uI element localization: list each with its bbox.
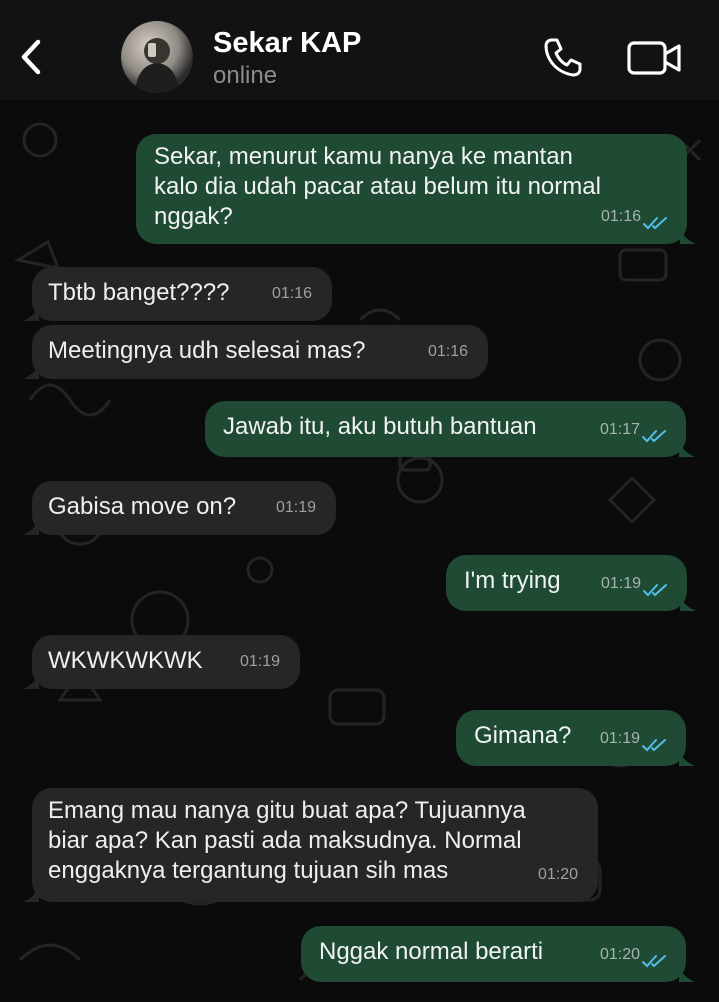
message-text: I'm trying bbox=[464, 567, 561, 594]
read-receipt-icon bbox=[642, 739, 666, 752]
bubble-tail bbox=[23, 365, 39, 379]
bubble-tail bbox=[23, 521, 39, 535]
read-receipt-icon bbox=[642, 955, 666, 968]
message-text: Jawab itu, aku butuh bantuan bbox=[223, 413, 537, 440]
incoming-message-bubble[interactable]: Gabisa move on? 01:19 bbox=[23, 481, 336, 535]
read-receipt-icon bbox=[642, 430, 666, 443]
message-text: Nggak normal berarti bbox=[319, 938, 544, 965]
bubble-tail bbox=[23, 888, 39, 902]
message-text: Tbtb banget???? bbox=[48, 279, 230, 306]
chevron-left-icon[interactable] bbox=[14, 34, 48, 80]
outgoing-message-bubble[interactable]: I'm trying 01:19 bbox=[446, 555, 696, 611]
incoming-message-bubble[interactable]: Emang mau nanya gitu buat apa? Tujuannya… bbox=[23, 788, 598, 902]
bubble-tail bbox=[680, 230, 696, 244]
outgoing-message-bubble[interactable]: Jawab itu, aku butuh bantuan 01:17 bbox=[205, 401, 695, 457]
message-timestamp: 01:19 bbox=[599, 730, 640, 747]
read-receipt-icon bbox=[643, 217, 667, 230]
contact-status: online bbox=[213, 62, 278, 89]
message-timestamp: 01:16 bbox=[600, 208, 641, 225]
message-timestamp: 01:16 bbox=[427, 343, 468, 360]
chat-wallpaper[interactable]: Sekar, menurut kamu nanya ke mantan kalo… bbox=[0, 100, 719, 1002]
message-text: Sekar, menurut kamu nanya ke mantan kalo… bbox=[154, 143, 601, 230]
message-timestamp: 01:19 bbox=[600, 575, 641, 592]
message-timestamp: 01:19 bbox=[275, 499, 316, 516]
chat-header: Sekar KAP online bbox=[0, 0, 719, 100]
contact-name[interactable]: Sekar KAP bbox=[213, 27, 361, 60]
bubble-tail bbox=[679, 752, 695, 766]
phone-icon[interactable] bbox=[542, 36, 584, 78]
bubble-tail bbox=[23, 307, 39, 321]
message-timestamp: 01:16 bbox=[271, 285, 312, 302]
message-timestamp: 01:17 bbox=[599, 421, 640, 438]
message-text: Emang mau nanya gitu buat apa? Tujuannya… bbox=[48, 797, 526, 884]
message-timestamp: 01:19 bbox=[239, 653, 280, 670]
avatar[interactable] bbox=[121, 21, 193, 93]
message-timestamp: 01:20 bbox=[537, 866, 578, 883]
message-text: Gimana? bbox=[474, 722, 572, 749]
message-text: WKWKWKWK bbox=[48, 647, 203, 674]
message-timestamp: 01:20 bbox=[599, 946, 640, 963]
bubble-tail bbox=[679, 968, 695, 982]
incoming-message-bubble[interactable]: WKWKWKWK 01:19 bbox=[23, 635, 300, 689]
incoming-message-bubble[interactable]: Meetingnya udh selesai mas? 01:16 bbox=[23, 325, 488, 379]
read-receipt-icon bbox=[643, 584, 667, 597]
bubble-tail bbox=[23, 675, 39, 689]
outgoing-message-bubble[interactable]: Gimana? 01:19 bbox=[456, 710, 695, 766]
incoming-message-bubble[interactable]: Tbtb banget???? 01:16 bbox=[23, 267, 332, 321]
bubble-tail bbox=[679, 443, 695, 457]
outgoing-message-bubble[interactable]: Nggak normal berarti 01:20 bbox=[301, 926, 695, 982]
message-text: Meetingnya udh selesai mas? bbox=[48, 337, 366, 364]
outgoing-message-bubble[interactable]: Sekar, menurut kamu nanya ke mantan kalo… bbox=[136, 134, 696, 244]
video-camera-icon[interactable] bbox=[626, 39, 682, 77]
message-text: Gabisa move on? bbox=[48, 493, 237, 520]
bubble-tail bbox=[680, 597, 696, 611]
